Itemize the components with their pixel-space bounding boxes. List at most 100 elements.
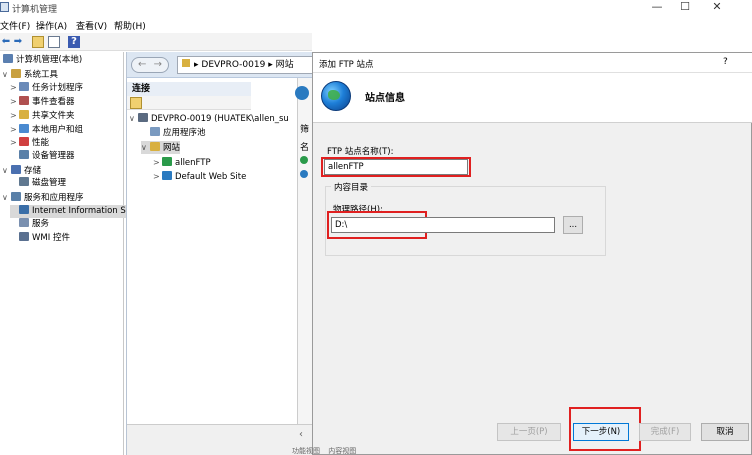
new-connection-icon[interactable] xyxy=(130,97,142,109)
dialog-header: 站点信息 xyxy=(313,73,752,123)
tree-item[interactable]: 服务 xyxy=(10,218,49,231)
menu-action[interactable]: 操作(A) xyxy=(36,19,67,32)
iis-forward-icon[interactable]: → xyxy=(154,59,162,70)
chevron-down-icon[interactable]: ∨ xyxy=(2,191,11,204)
window-title: 计算机管理 xyxy=(12,5,58,15)
connections-tree: ∨ DEVPRO-0019 (HUATEK\allen_su 应用程序池 ∨ 网站 > al… xyxy=(127,112,289,432)
tree-item-label: 任务计划程序 xyxy=(32,83,84,94)
tree-item[interactable]: > Default Web Site xyxy=(153,170,246,183)
chevron-right-icon[interactable]: > xyxy=(10,123,19,136)
tree-node-icon xyxy=(19,123,29,133)
iis-back-icon[interactable]: ← xyxy=(138,59,146,70)
tree-item-label: DEVPRO-0019 (HUATEK\allen_su xyxy=(151,114,289,124)
tree-item-label: Default Web Site xyxy=(175,172,247,182)
chevron-down-icon[interactable]: ∨ xyxy=(2,68,11,81)
chevron-right-icon[interactable]: > xyxy=(153,170,162,183)
previous-button[interactable]: 上一页(P) xyxy=(497,423,561,441)
tab-content-view[interactable]: 内容视图 xyxy=(328,447,356,455)
tree-item-label: 本地用户和组 xyxy=(32,124,84,135)
iis-nav-buttons[interactable]: ← → xyxy=(131,57,169,73)
chevron-right-icon[interactable]: > xyxy=(10,95,19,108)
chevron-down-icon[interactable]: ∨ xyxy=(129,112,138,125)
iis-manager-pane: ← → ▸ DEVPRO-0019 ▸ 网站 连接 ∨ DEVPRO-0019 (… xyxy=(126,52,315,455)
cancel-button[interactable]: 取消 xyxy=(701,423,749,441)
chevron-right-icon[interactable]: > xyxy=(10,81,19,94)
next-button[interactable]: 下一步(N) xyxy=(573,423,629,441)
tree-item-label: Internet Information S xyxy=(32,205,126,216)
tree-item[interactable]: ∨ 网站 xyxy=(141,141,181,154)
tree-item-label: WMI 控件 xyxy=(32,233,70,244)
chevron-right-icon[interactable]: > xyxy=(10,136,19,149)
tree-node-icon xyxy=(162,171,172,180)
tree-item-label: 系统工具 xyxy=(24,69,59,80)
tree-item-label: 计算机管理(本地) xyxy=(16,55,83,65)
tree-item[interactable]: ∨ DEVPRO-0019 (HUATEK\allen_su xyxy=(129,112,289,125)
address-crumb-sites[interactable]: 网站 xyxy=(276,60,294,70)
up-folder-icon[interactable] xyxy=(32,36,44,48)
tree-item[interactable]: ∨ 服务和应用程序 xyxy=(2,191,84,204)
tree-item[interactable]: > 任务计划程序 xyxy=(10,81,83,94)
forward-arrow-icon[interactable]: ➡ xyxy=(12,36,24,48)
tree-node-icon xyxy=(19,137,29,147)
tree-item[interactable]: 磁盘管理 xyxy=(10,177,66,190)
console-tree: 计算机管理(本地) ∨ 系统工具 > 任务计划程序 > 事件查看器 > 共享文件夹 > 本地用户和组… xyxy=(0,52,126,455)
chevron-right-icon[interactable]: > xyxy=(153,156,162,169)
tab-features-view[interactable]: 功能视图 xyxy=(292,447,320,455)
connections-toolbar xyxy=(127,96,251,110)
menu-view[interactable]: 查看(V) xyxy=(76,19,107,32)
tree-item-label: 服务和应用程序 xyxy=(24,193,84,203)
view-tabs: 功能视图 内容视图 xyxy=(292,446,432,455)
site-row-icon xyxy=(300,170,308,178)
tree-item[interactable]: ∨ 存储 xyxy=(2,164,41,177)
add-ftp-site-dialog: 添加 FTP 站点 ? 站点信息 FTP 站点名称(T): allenFTP 内… xyxy=(312,52,752,455)
iis-bottom-bar: ‹ xyxy=(127,424,315,455)
menu-help[interactable]: 帮助(H) xyxy=(114,19,146,32)
iis-nav-bar: ← → ▸ DEVPRO-0019 ▸ 网站 xyxy=(127,52,315,78)
tree-node-icon xyxy=(19,204,29,214)
chevron-down-icon[interactable]: ∨ xyxy=(141,141,150,154)
dialog-page-title: 站点信息 xyxy=(365,93,405,104)
close-button[interactable]: ✕ xyxy=(700,0,734,14)
tree-item[interactable]: > allenFTP xyxy=(153,156,211,169)
address-crumb-server[interactable]: DEVPRO-0019 xyxy=(201,60,265,70)
tree-node-icon xyxy=(19,177,29,187)
tree-item-label: 事件查看器 xyxy=(32,97,75,108)
tree-node-icon xyxy=(11,164,21,174)
tree-item[interactable]: 设备管理器 xyxy=(10,149,75,163)
tree-item-label: 磁盘管理 xyxy=(32,178,67,189)
tree-item[interactable]: 应用程序池 xyxy=(141,126,206,140)
maximize-button[interactable]: ☐ xyxy=(668,0,702,14)
connections-header: 连接 xyxy=(127,82,251,96)
tree-item[interactable]: > 事件查看器 xyxy=(10,95,75,108)
site-name-label: FTP 站点名称(T): xyxy=(327,147,394,157)
back-arrow-icon[interactable]: ⬅ xyxy=(0,36,12,48)
dialog-help-button[interactable]: ? xyxy=(723,57,728,67)
feature-label-filter: 筛 xyxy=(300,125,310,135)
tree-item-label: 服务 xyxy=(32,219,50,230)
tree-item[interactable]: WMI 控件 xyxy=(10,232,70,245)
tree-item[interactable]: Internet Information S xyxy=(10,204,126,218)
feature-label-name: 名 xyxy=(300,143,310,153)
address-site-icon xyxy=(182,59,190,67)
browse-button[interactable]: ... xyxy=(563,216,583,234)
finish-button[interactable]: 完成(F) xyxy=(639,423,691,441)
tree-item[interactable]: > 本地用户和组 xyxy=(10,123,83,136)
tree-node-icon xyxy=(138,113,148,122)
menu-bar: 文件(F) 操作(A) 查看(V) 帮助(H) xyxy=(0,16,752,33)
help-icon[interactable]: ? xyxy=(68,36,80,48)
tree-item-label: allenFTP xyxy=(175,157,211,168)
tree-item[interactable]: ∨ 系统工具 xyxy=(2,68,58,81)
chevron-right-icon[interactable]: > xyxy=(10,109,19,122)
tree-item[interactable]: > 共享文件夹 xyxy=(10,109,75,122)
tree-item-label: 应用程序池 xyxy=(163,127,206,138)
tree-item[interactable]: > 性能 xyxy=(10,136,49,149)
toolbar: ⬅ ➡ ? xyxy=(0,33,312,51)
scroll-left-icon[interactable]: ‹ xyxy=(299,429,303,440)
physical-path-input[interactable]: D:\ xyxy=(331,217,555,233)
chevron-down-icon[interactable]: ∨ xyxy=(2,164,11,177)
show-hide-tree-icon[interactable] xyxy=(48,36,60,48)
iis-address-bar[interactable]: ▸ DEVPRO-0019 ▸ 网站 xyxy=(177,56,313,74)
menu-file[interactable]: 文件(F) xyxy=(0,19,30,32)
tree-item[interactable]: 计算机管理(本地) xyxy=(0,54,82,67)
site-name-input[interactable]: allenFTP xyxy=(324,159,468,175)
